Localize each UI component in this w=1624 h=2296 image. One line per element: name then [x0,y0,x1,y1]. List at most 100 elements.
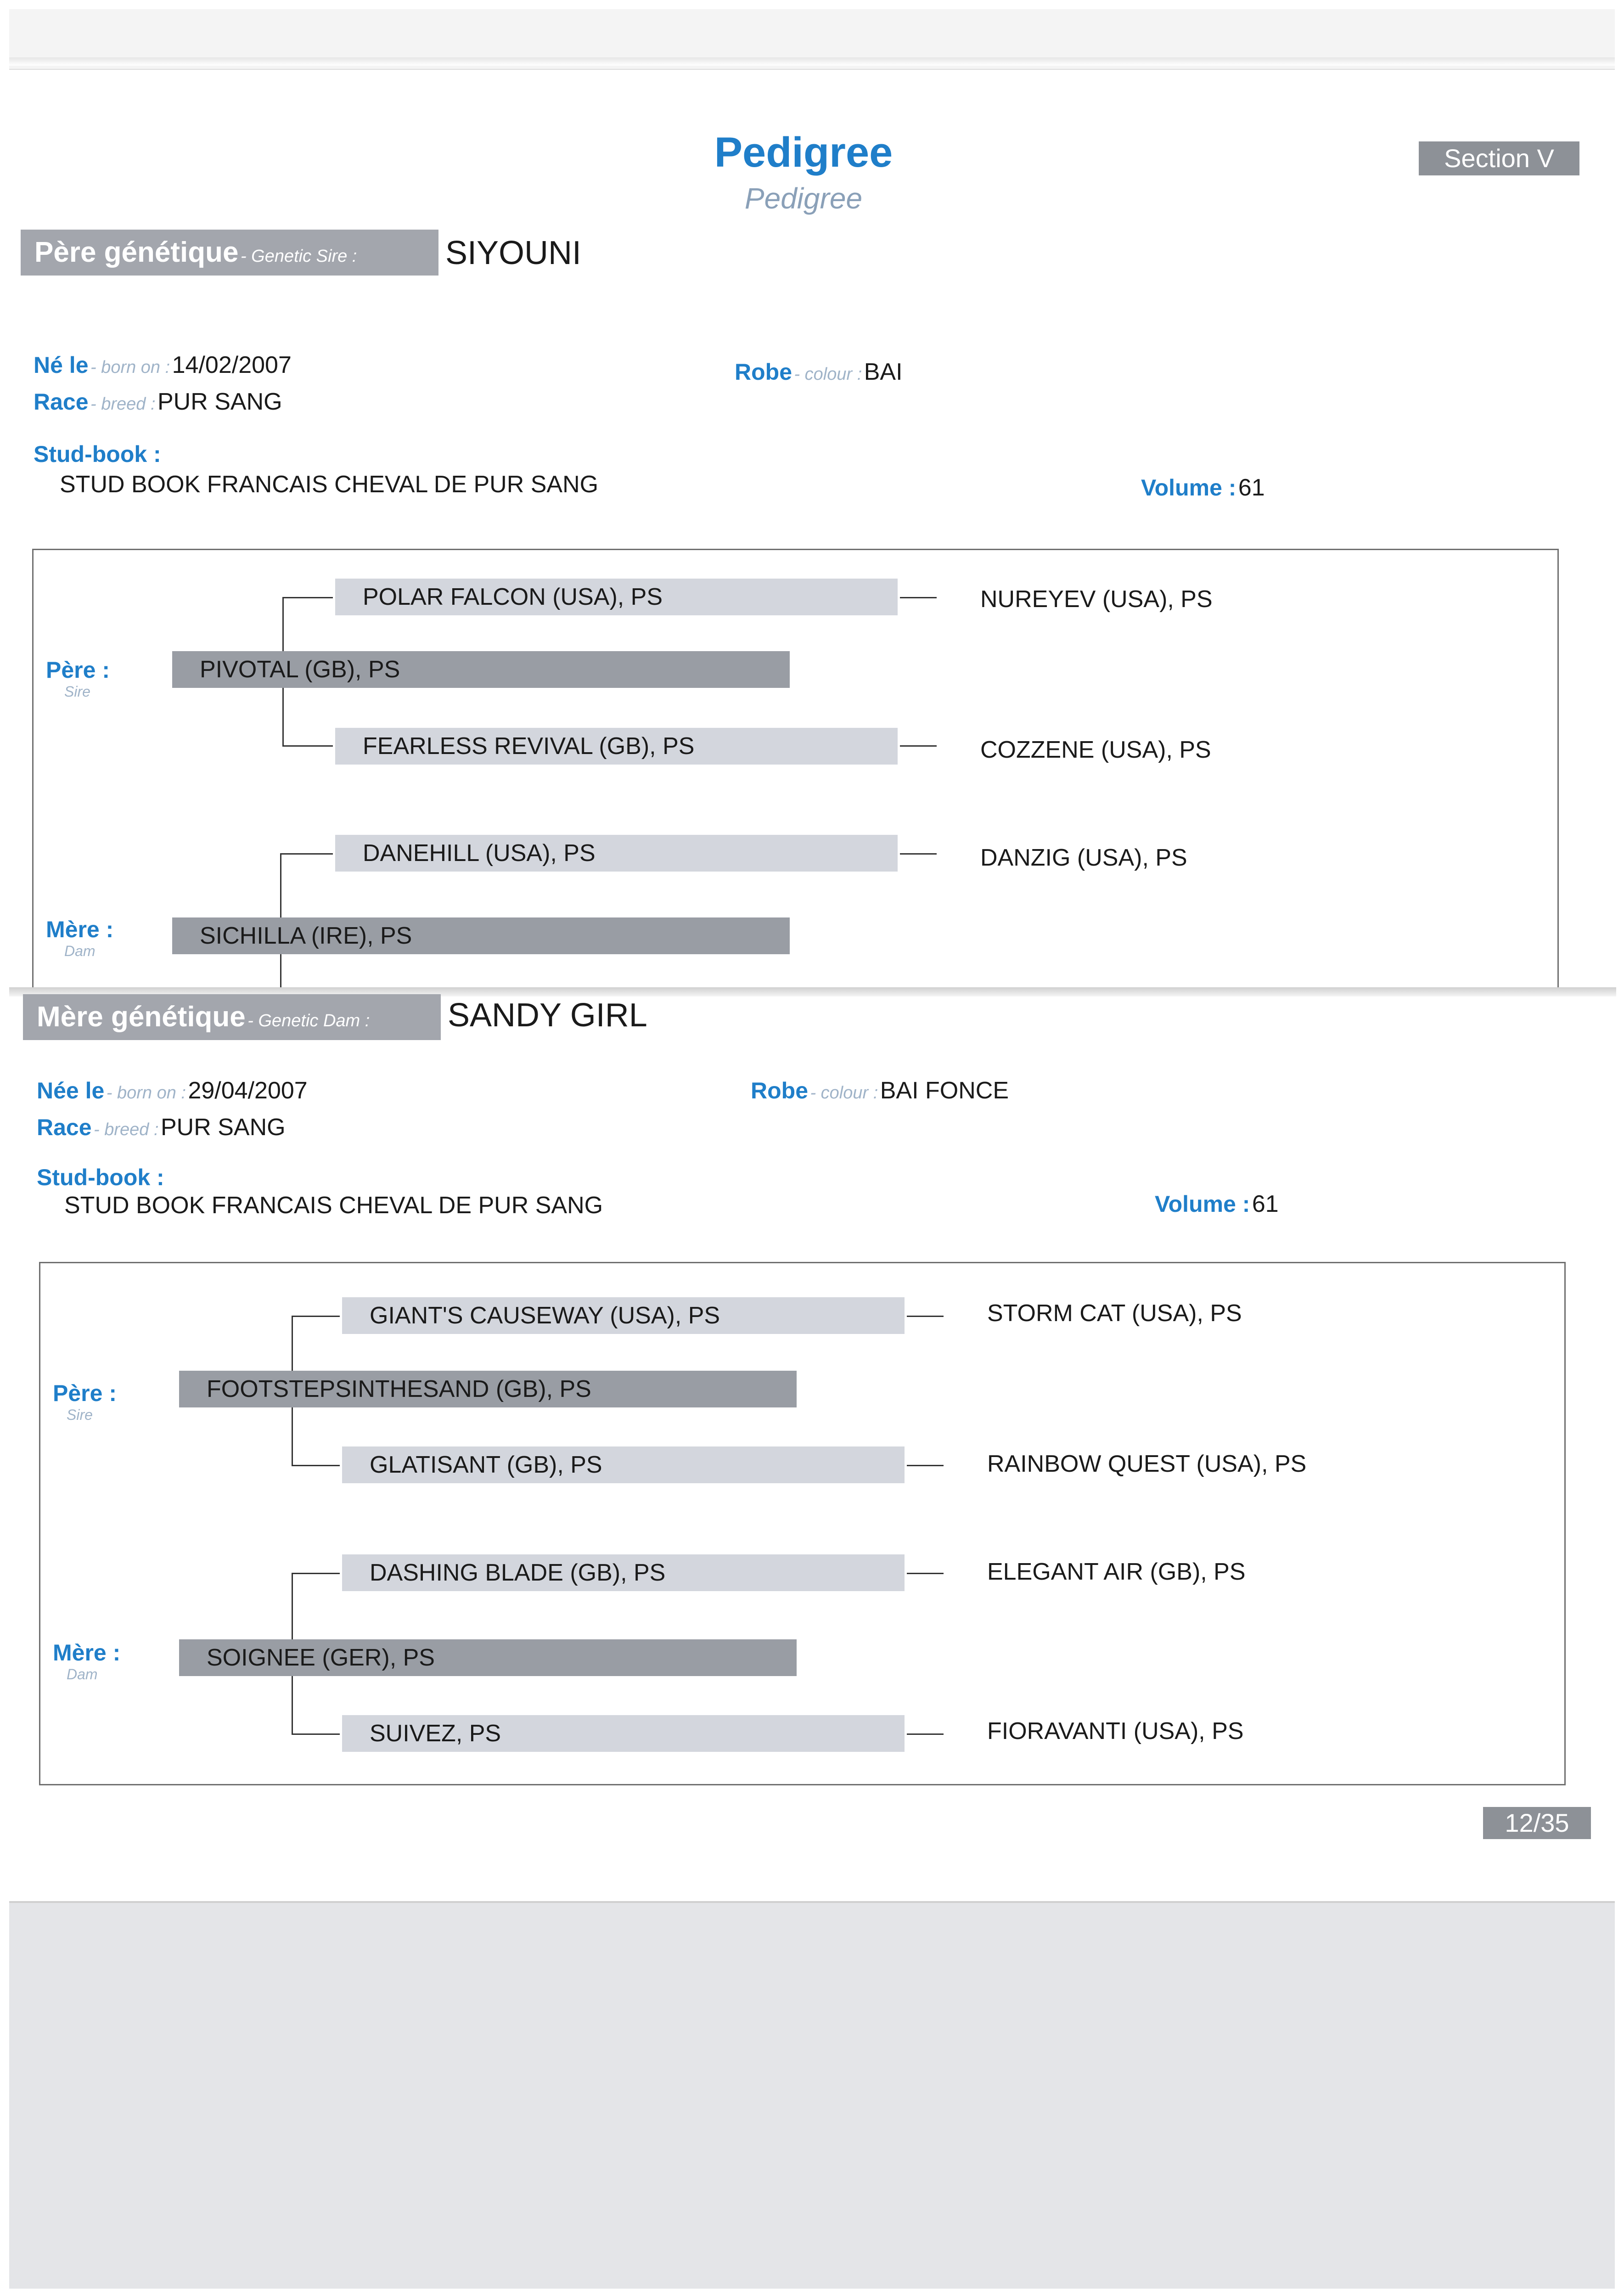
sire-mother-label: Mère : Dam [46,916,113,960]
dam-dd-bar: SUIVEZ, PS [342,1715,905,1752]
breed-label-en: - breed : [93,1120,159,1139]
father-label: Père : [53,1380,117,1406]
connector-line [292,1573,293,1639]
dam-breed-row: Race - breed : PUR SANG [37,1114,286,1141]
bottom-scan-area [9,1901,1615,2289]
volume-label: Volume : [1141,475,1236,501]
connector-line [282,597,284,651]
genetic-sire-label-en: - Genetic Sire : [240,247,357,266]
genetic-sire-label-fr: Père génétique [34,236,239,268]
sire-ds-bar: DANEHILL (USA), PS [335,835,898,872]
arrow-line [907,1465,944,1466]
sire-father-label: Père : Sire [46,657,110,700]
arrow-line [900,597,937,598]
breed-value: PUR SANG [160,1114,286,1141]
mother-label: Mère : [53,1640,121,1666]
mother-label-en: Dam [67,1666,98,1683]
born-label-en: - born on : [90,358,170,377]
connector-line [282,745,333,747]
genetic-dam-label-fr: Mère génétique [37,1001,246,1033]
born-label: Né le [34,352,89,378]
studbook-label: Stud-book : [37,1165,164,1190]
dam-mother-bar: SOIGNEE (GER), PS [179,1639,797,1676]
father-label: Père : [46,657,110,683]
colour-label-en: - colour : [794,365,862,384]
volume-label: Volume : [1155,1191,1250,1217]
page-number-badge: 12/35 [1483,1807,1591,1839]
dam-ds-bar: DASHING BLADE (GB), PS [342,1554,905,1591]
colour-label-en: - colour : [810,1083,878,1103]
genetic-dam-name: SANDY GIRL [448,997,647,1034]
studbook-value: STUD BOOK FRANCAIS CHEVAL DE PUR SANG [64,1192,603,1219]
arrow-line [900,745,937,747]
sire-sds-text: COZZENE (USA), PS [980,737,1211,763]
born-value: 29/04/2007 [188,1077,308,1104]
connector-line [292,1573,340,1574]
breed-label-en: - breed : [90,394,156,414]
sire-mother-bar: SICHILLA (IRE), PS [172,917,790,954]
dam-dss-text: ELEGANT AIR (GB), PS [987,1559,1246,1585]
dam-dds-text: FIORAVANTI (USA), PS [987,1718,1244,1745]
born-value: 14/02/2007 [172,352,292,378]
colour-label: Robe [735,359,792,385]
breed-label: Race [37,1114,92,1140]
sire-father-bar: PIVOTAL (GB), PS [172,651,790,688]
dam-ss-bar: GIANT'S CAUSEWAY (USA), PS [342,1297,905,1334]
dam-sd-bar: GLATISANT (GB), PS [342,1446,905,1483]
breed-value: PUR SANG [157,388,282,415]
sire-sss-text: NUREYEV (USA), PS [980,586,1213,613]
connector-line [292,1676,293,1733]
connector-line [280,853,281,917]
connector-line [292,1407,293,1465]
studbook-label: Stud-book : [34,441,161,467]
connector-line [282,688,284,745]
colour-value: BAI FONCE [880,1077,1009,1104]
connector-line [292,1733,340,1735]
dam-colour-row: Robe - colour : BAI FONCE [751,1077,1009,1104]
arrow-line [907,1733,944,1735]
born-label-en: - born on : [106,1083,186,1103]
dam-born-row: Née le - born on : 29/04/2007 [37,1077,308,1104]
mother-label: Mère : [46,917,114,942]
sire-dss-text: DANZIG (USA), PS [980,844,1187,871]
arrow-line [907,1316,944,1317]
volume-value: 61 [1238,474,1265,501]
dam-mother-label: Mère : Dam [53,1639,120,1683]
father-label-en: Sire [67,1407,93,1423]
mother-label-en: Dam [64,943,96,959]
father-label-en: Sire [64,683,90,700]
sire-sd-bar: FEARLESS REVIVAL (GB), PS [335,728,898,765]
arrow-line [900,853,937,855]
connector-line [282,597,333,598]
genetic-dam-label: Mère génétique - Genetic Dam : [23,994,441,1040]
dam-pedigree-box [39,1262,1566,1785]
sire-ss-bar: POLAR FALCON (USA), PS [335,579,898,615]
section-badge: Section V [1419,141,1579,175]
born-label: Née le [37,1078,105,1103]
sire-breed-row: Race - breed : PUR SANG [34,388,282,416]
breed-label: Race [34,389,89,415]
dam-sss-text: STORM CAT (USA), PS [987,1300,1242,1327]
page-subtitle: Pedigree [744,182,863,215]
volume-row: Volume : 61 [1141,474,1265,501]
connector-line [280,954,281,991]
sire-born-row: Né le - born on : 14/02/2007 [34,351,292,379]
volume-row: Volume : 61 [1155,1190,1279,1218]
studbook-value: STUD BOOK FRANCAIS CHEVAL DE PUR SANG [60,471,599,498]
connector-line [280,853,333,855]
genetic-dam-label-en: - Genetic Dam : [247,1011,370,1030]
dam-sds-text: RAINBOW QUEST (USA), PS [987,1451,1307,1477]
colour-label: Robe [751,1078,808,1103]
connector-line [292,1316,340,1317]
connector-line [292,1465,340,1466]
colour-value: BAI [864,359,903,385]
dam-father-bar: FOOTSTEPSINTHESAND (GB), PS [179,1371,797,1407]
genetic-sire-label: Père génétique - Genetic Sire : [21,230,438,276]
connector-line [292,1316,293,1371]
dam-father-label: Père : Sire [53,1380,117,1424]
sire-colour-row: Robe - colour : BAI [735,358,903,386]
page-title: Pedigree [714,129,893,176]
genetic-sire-name: SIYOUNI [445,235,582,271]
top-fold-shadow [9,57,1615,66]
arrow-line [907,1573,944,1574]
